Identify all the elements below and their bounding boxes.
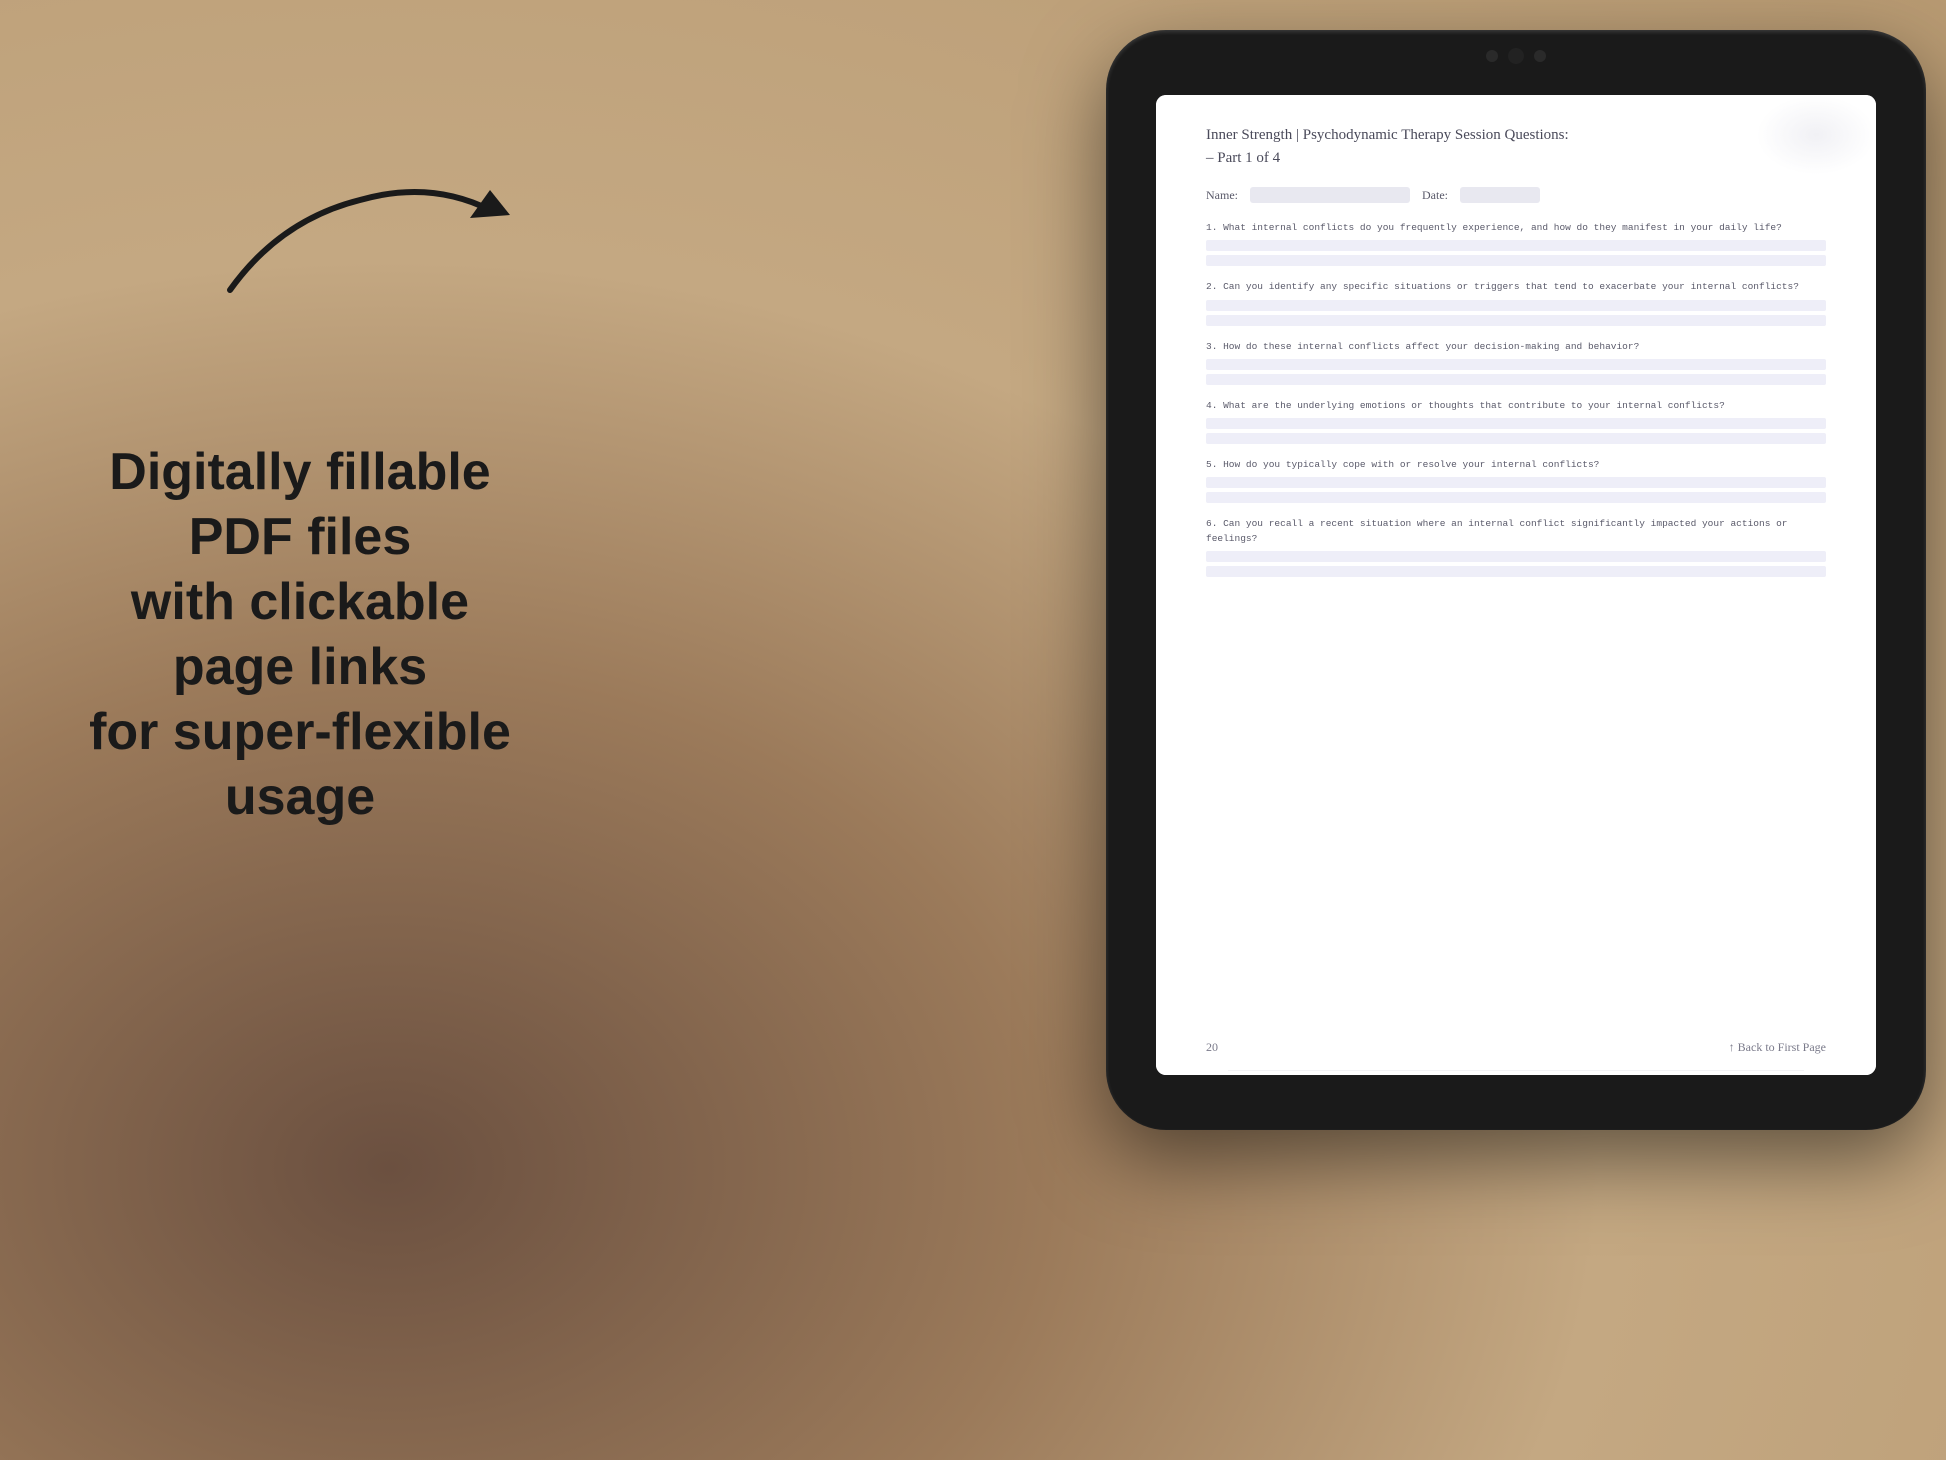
pdf-decoration-top: [1756, 95, 1876, 175]
pdf-question-4: 4. What are the underlying emotions or t…: [1206, 399, 1826, 444]
pdf-title-line2: – Part 1 of 4: [1206, 150, 1826, 167]
camera-dot-center: [1508, 48, 1524, 64]
pdf-date-input[interactable]: [1460, 187, 1540, 203]
pdf-name-date-row: Name: Date:: [1206, 187, 1826, 203]
pdf-name-input[interactable]: [1250, 187, 1410, 203]
pdf-answer-line[interactable]: [1206, 551, 1826, 562]
camera-dot-right: [1534, 50, 1546, 62]
pdf-decoration-bottom: [1156, 1025, 1876, 1075]
tablet-screen: Inner Strength | Psychodynamic Therapy S…: [1156, 95, 1876, 1075]
pdf-answer-line[interactable]: [1206, 300, 1826, 311]
pdf-answer-line[interactable]: [1206, 255, 1826, 266]
pdf-answer-lines-2[interactable]: [1206, 300, 1826, 326]
tablet-device: Inner Strength | Psychodynamic Therapy S…: [1106, 30, 1926, 1130]
left-panel: Digitally fillable PDF files with clicka…: [0, 0, 560, 1460]
pdf-answer-line[interactable]: [1206, 315, 1826, 326]
pdf-answer-line[interactable]: [1206, 477, 1826, 488]
arrow-icon: [200, 160, 520, 320]
tablet-camera-bar: [1486, 48, 1546, 64]
arrow-container: [200, 160, 520, 320]
pdf-answer-lines-5[interactable]: [1206, 477, 1826, 503]
pdf-answer-lines-3[interactable]: [1206, 359, 1826, 385]
pdf-question-5: 5. How do you typically cope with or res…: [1206, 458, 1826, 503]
pdf-answer-line[interactable]: [1206, 492, 1826, 503]
pdf-answer-line[interactable]: [1206, 566, 1826, 577]
pdf-answer-lines-4[interactable]: [1206, 418, 1826, 444]
pdf-answer-line[interactable]: [1206, 433, 1826, 444]
pdf-title-line1: Inner Strength | Psychodynamic Therapy S…: [1206, 125, 1826, 146]
camera-dot-left: [1486, 50, 1498, 62]
pdf-answer-line[interactable]: [1206, 374, 1826, 385]
tablet-body: Inner Strength | Psychodynamic Therapy S…: [1106, 30, 1926, 1130]
pdf-question-2: 2. Can you identify any specific situati…: [1206, 280, 1826, 325]
pdf-answer-lines-1[interactable]: [1206, 240, 1826, 266]
pdf-date-label: Date:: [1422, 188, 1448, 203]
pdf-answer-line[interactable]: [1206, 240, 1826, 251]
pdf-deco-line: [1228, 1070, 1804, 1071]
pdf-question-3: 3. How do these internal conflicts affec…: [1206, 340, 1826, 385]
pdf-page: Inner Strength | Psychodynamic Therapy S…: [1156, 95, 1876, 1075]
pdf-answer-line[interactable]: [1206, 418, 1826, 429]
pdf-name-label: Name:: [1206, 188, 1238, 203]
pdf-answer-line[interactable]: [1206, 359, 1826, 370]
pdf-question-1: 1. What internal conflicts do you freque…: [1206, 221, 1826, 266]
pdf-answer-lines-6[interactable]: [1206, 551, 1826, 577]
promo-text: Digitally fillable PDF files with clicka…: [80, 440, 520, 830]
pdf-question-6: 6. Can you recall a recent situation whe…: [1206, 517, 1826, 577]
